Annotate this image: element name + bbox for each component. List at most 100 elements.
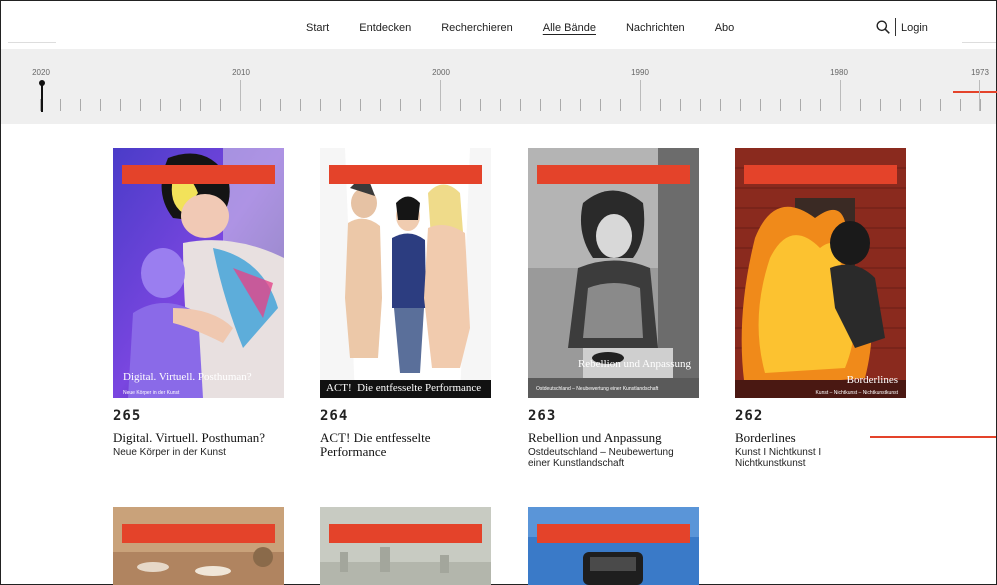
issue-card-262[interactable]: Borderlines Kunst – Nichtkunst – Nichtku… xyxy=(735,148,906,470)
cover-title-263: Rebellion und Anpassung xyxy=(578,358,691,370)
timeline-tick xyxy=(320,99,321,111)
timeline-year-1990[interactable]: 1990 xyxy=(631,68,649,77)
timeline-tick xyxy=(940,99,941,111)
timeline-tick xyxy=(380,99,381,111)
year-timeline[interactable]: 2020 2010 2000 1990 1980 1973 xyxy=(1,49,996,124)
timeline-tick xyxy=(900,99,901,111)
issue-card-260[interactable] xyxy=(320,507,491,585)
nav-alle-baende[interactable]: Alle Bände xyxy=(543,22,596,34)
issue-title-263[interactable]: Rebellion und Anpassung xyxy=(528,431,699,445)
timeline-tick xyxy=(620,99,621,111)
issue-card-264[interactable]: ACT! Die entfesselte Performance 264 ACT… xyxy=(320,148,491,458)
timeline-tick xyxy=(460,99,461,111)
cover-title-262: Borderlines xyxy=(847,374,898,386)
search-icon[interactable] xyxy=(876,20,890,34)
timeline-tick xyxy=(840,80,841,111)
issue-card-259[interactable] xyxy=(528,507,699,585)
issue-card-265[interactable]: Digital. Virtuell. Posthuman? Neue Körpe… xyxy=(113,148,284,458)
timeline-tick xyxy=(920,99,921,111)
timeline-tick xyxy=(480,99,481,111)
issue-cover-264[interactable]: ACT! Die entfesselte Performance xyxy=(320,148,491,398)
timeline-tick xyxy=(100,99,101,111)
timeline-year-2000[interactable]: 2000 xyxy=(432,68,450,77)
timeline-tick xyxy=(700,99,701,111)
timeline-tick xyxy=(40,99,41,111)
timeline-year-2010[interactable]: 2010 xyxy=(232,68,250,77)
timeline-tick xyxy=(120,99,121,111)
issue-title-265[interactable]: Digital. Virtuell. Posthuman? xyxy=(113,431,284,445)
timeline-tick xyxy=(640,80,641,111)
timeline-position-marker[interactable] xyxy=(41,82,43,112)
timeline-year-2020[interactable]: 2020 xyxy=(32,68,50,77)
timeline-tick xyxy=(400,99,401,111)
cover-illustration-265 xyxy=(113,148,284,398)
issue-subtitle-262: Kunst I Nichtkunst I Nichtkunstkunst xyxy=(735,447,855,470)
cover-illustration-260 xyxy=(320,507,491,585)
nav-recherchieren[interactable]: Recherchieren xyxy=(441,22,513,34)
timeline-tick xyxy=(520,99,521,111)
timeline-tick xyxy=(600,99,601,111)
timeline-tick xyxy=(500,99,501,111)
cover-red-band xyxy=(329,165,482,184)
timeline-tick xyxy=(360,99,361,111)
timeline-tick xyxy=(980,99,981,111)
timeline-tick xyxy=(440,80,441,111)
timeline-year-1980[interactable]: 1980 xyxy=(830,68,848,77)
issue-number-262: 262 xyxy=(735,408,906,424)
timeline-tick xyxy=(60,99,61,111)
nav-nachrichten[interactable]: Nachrichten xyxy=(626,22,685,34)
timeline-tick xyxy=(340,99,341,111)
cover-illustration-259 xyxy=(528,507,699,585)
cover-red-band xyxy=(744,165,897,184)
cover-red-band xyxy=(537,524,690,543)
nav-divider xyxy=(895,18,896,36)
timeline-tick xyxy=(580,99,581,111)
timeline-tick xyxy=(180,99,181,111)
timeline-tick xyxy=(280,99,281,111)
timeline-tick xyxy=(200,99,201,111)
issue-cover-262[interactable]: Borderlines Kunst – Nichtkunst – Nichtku… xyxy=(735,148,906,398)
timeline-tick xyxy=(300,99,301,111)
timeline-tick xyxy=(740,99,741,111)
cover-illustration-262 xyxy=(735,148,906,398)
card-accent-line xyxy=(870,436,996,438)
nav-left-rule xyxy=(8,42,56,43)
cover-subtitle-262: Kunst – Nichtkunst – Nichtkunstkunst xyxy=(815,390,898,396)
nav-abo[interactable]: Abo xyxy=(715,22,735,34)
cover-illustration-261 xyxy=(113,507,284,585)
issue-cover-263[interactable]: Rebellion und Anpassung Ostdeutschland –… xyxy=(528,148,699,398)
nav-right-rule xyxy=(962,42,996,43)
issue-subtitle-263: Ostdeutschland – Neubewertung einer Kuns… xyxy=(528,447,678,470)
timeline-tick xyxy=(960,99,961,111)
timeline-tick xyxy=(800,99,801,111)
timeline-tick xyxy=(240,80,241,111)
nav-entdecken[interactable]: Entdecken xyxy=(359,22,411,34)
timeline-year-1973[interactable]: 1973 xyxy=(971,68,989,77)
issue-number-264: 264 xyxy=(320,408,491,424)
nav-start[interactable]: Start xyxy=(306,22,329,34)
cover-red-band xyxy=(122,524,275,543)
issue-cover-265[interactable]: Digital. Virtuell. Posthuman? Neue Körpe… xyxy=(113,148,284,398)
timeline-tick xyxy=(760,99,761,111)
top-navigation: Start Entdecken Recherchieren Alle Bände… xyxy=(0,0,997,56)
cover-red-band xyxy=(122,165,275,184)
timeline-tick xyxy=(80,99,81,111)
timeline-tick xyxy=(540,99,541,111)
timeline-tick xyxy=(860,99,861,111)
cover-subtitle-263: Ostdeutschland – Neubewertung einer Kuns… xyxy=(536,386,658,392)
timeline-tick xyxy=(979,80,980,111)
issue-card-261[interactable] xyxy=(113,507,284,585)
issue-number-265: 265 xyxy=(113,408,284,424)
cover-illustration-264 xyxy=(320,148,491,398)
timeline-tick xyxy=(780,99,781,111)
cover-red-band xyxy=(537,165,690,184)
issue-card-263[interactable]: Rebellion und Anpassung Ostdeutschland –… xyxy=(528,148,699,470)
cover-red-band xyxy=(329,524,482,543)
issue-number-263: 263 xyxy=(528,408,699,424)
timeline-accent-line xyxy=(953,91,997,93)
issue-title-264[interactable]: ACT! Die entfesselte Performance xyxy=(320,431,460,458)
timeline-tick xyxy=(820,99,821,111)
timeline-tick xyxy=(420,99,421,111)
timeline-tick xyxy=(160,99,161,111)
login-link[interactable]: Login xyxy=(901,22,928,34)
